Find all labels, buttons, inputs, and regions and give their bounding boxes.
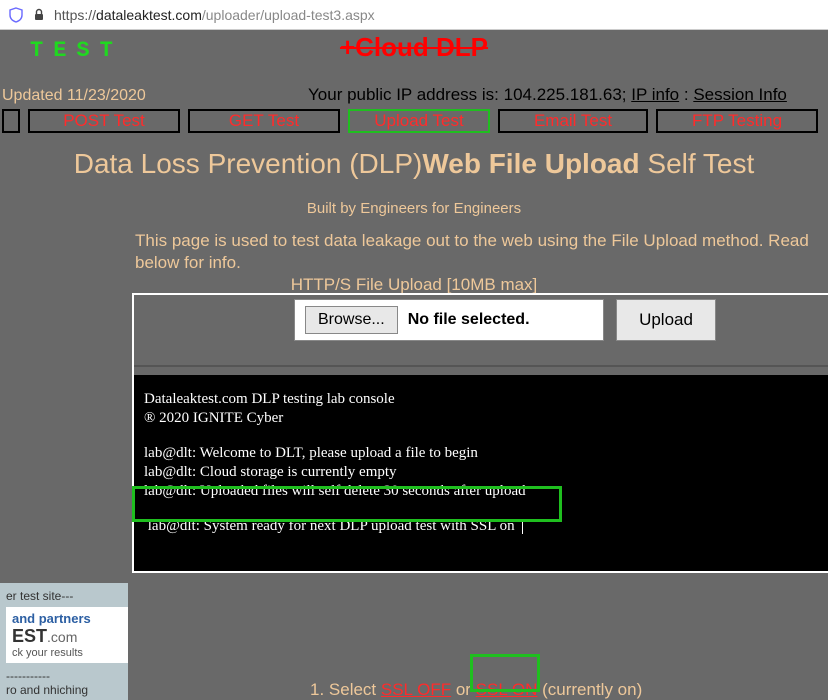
url-path: /uploader/upload-test3.aspx bbox=[202, 7, 375, 23]
file-input-wrap[interactable]: Browse... No file selected. bbox=[294, 299, 604, 341]
partner-com: .com bbox=[47, 629, 77, 645]
heading-part2: Web File Upload bbox=[422, 148, 639, 179]
intro-text: This page is used to test data leakage o… bbox=[135, 230, 828, 274]
nav-row: POST Test GET Test Upload Test Email Tes… bbox=[0, 109, 828, 135]
partner-blue: and partners bbox=[12, 611, 122, 626]
step-1-post: (currently on) bbox=[537, 680, 642, 699]
page-body: TEST +Cloud DLP Updated 11/23/2020 Your … bbox=[0, 30, 828, 700]
logo-text: TEST bbox=[30, 38, 123, 63]
cursor-icon bbox=[522, 520, 523, 534]
console-title: Dataleaktest.com DLP testing lab console bbox=[144, 391, 818, 408]
ssl-on-link[interactable]: SSL ON bbox=[476, 680, 538, 699]
ssl-off-link[interactable]: SSL OFF bbox=[381, 680, 451, 699]
upload-box: Browse... No file selected. Upload Datal… bbox=[132, 293, 828, 573]
console-ready-msg: System ready for next DLP upload test wi… bbox=[200, 518, 518, 534]
upload-button[interactable]: Upload bbox=[616, 299, 716, 341]
browse-button[interactable]: Browse... bbox=[305, 306, 398, 334]
shield-icon bbox=[8, 7, 24, 23]
console-msg-2: Cloud storage is currently empty bbox=[196, 464, 396, 480]
ip-value: 104.225.181.63; bbox=[504, 85, 632, 104]
step-1-mid: or bbox=[451, 680, 476, 699]
heading-part1: Data Loss Prevention (DLP) bbox=[74, 148, 423, 179]
ip-sep: : bbox=[679, 85, 693, 104]
ip-info-link[interactable]: IP info bbox=[631, 85, 679, 104]
divider bbox=[134, 365, 828, 367]
partner-box: er test site--- and partners EST.com ck … bbox=[0, 583, 128, 700]
browser-url-bar[interactable]: https://dataleaktest.com/uploader/upload… bbox=[0, 0, 828, 30]
nav-email-test[interactable]: Email Test bbox=[498, 109, 648, 133]
console-prompt: lab@dlt: bbox=[144, 483, 196, 499]
console-prompt: lab@dlt: bbox=[148, 518, 200, 534]
console-line-2: lab@dlt: Cloud storage is currently empt… bbox=[144, 464, 818, 481]
console-line-3: lab@dlt: Uploaded files will self delete… bbox=[144, 483, 818, 500]
nav-ftp-testing[interactable]: FTP Testing bbox=[656, 109, 818, 133]
url-prefix: https:// bbox=[54, 7, 96, 23]
nav-upload-test[interactable]: Upload Test bbox=[348, 109, 490, 133]
partner-cut: ro and nhiching bbox=[6, 683, 128, 697]
session-info-link[interactable]: Session Info bbox=[693, 85, 787, 104]
partner-sub: ck your results bbox=[12, 647, 122, 659]
console-prompt: lab@dlt: bbox=[144, 445, 196, 461]
upload-label: HTTP/S File Upload [10MB max] bbox=[0, 275, 828, 295]
url-text[interactable]: https://dataleaktest.com/uploader/upload… bbox=[54, 7, 375, 23]
step-1-pre: 1. Select bbox=[310, 680, 381, 699]
console-copyright: ® 2020 IGNITE Cyber bbox=[144, 410, 818, 427]
built-by: Built by Engineers for Engineers bbox=[0, 200, 828, 217]
console-ready-line: lab@dlt: System ready for next DLP uploa… bbox=[144, 518, 818, 535]
partner-card[interactable]: and partners EST.com ck your results bbox=[6, 607, 128, 663]
nav-get-test[interactable]: GET Test bbox=[188, 109, 340, 133]
console-line-1: lab@dlt: Welcome to DLT, please upload a… bbox=[144, 445, 818, 462]
console-prompt: lab@dlt: bbox=[144, 464, 196, 480]
file-row: Browse... No file selected. Upload bbox=[294, 299, 716, 341]
page-title: Data Loss Prevention (DLP)Web File Uploa… bbox=[0, 148, 828, 180]
console-msg-1: Welcome to DLT, please upload a file to … bbox=[196, 445, 478, 461]
console: Dataleaktest.com DLP testing lab console… bbox=[134, 375, 828, 571]
ip-prefix: Your public IP address is: bbox=[308, 85, 504, 104]
nav-edge-left bbox=[2, 109, 20, 133]
partner-title: er test site--- bbox=[6, 589, 128, 603]
lock-icon bbox=[32, 8, 46, 22]
updated-date: Updated 11/23/2020 bbox=[2, 87, 146, 105]
step-1: 1. Select SSL OFF or SSL ON (currently o… bbox=[310, 680, 642, 700]
file-status: No file selected. bbox=[408, 311, 530, 329]
console-msg-3: Uploaded files will self delete 30 secon… bbox=[196, 483, 525, 499]
cloud-dlp-strike: +Cloud DLP bbox=[340, 32, 488, 63]
url-domain: dataleaktest.com bbox=[96, 7, 202, 23]
nav-post-test[interactable]: POST Test bbox=[28, 109, 180, 133]
partner-dashes: ----------- bbox=[6, 669, 128, 683]
heading-part3: Self Test bbox=[640, 148, 755, 179]
ip-info-line: Your public IP address is: 104.225.181.6… bbox=[308, 85, 787, 105]
partner-est: EST bbox=[12, 626, 47, 646]
